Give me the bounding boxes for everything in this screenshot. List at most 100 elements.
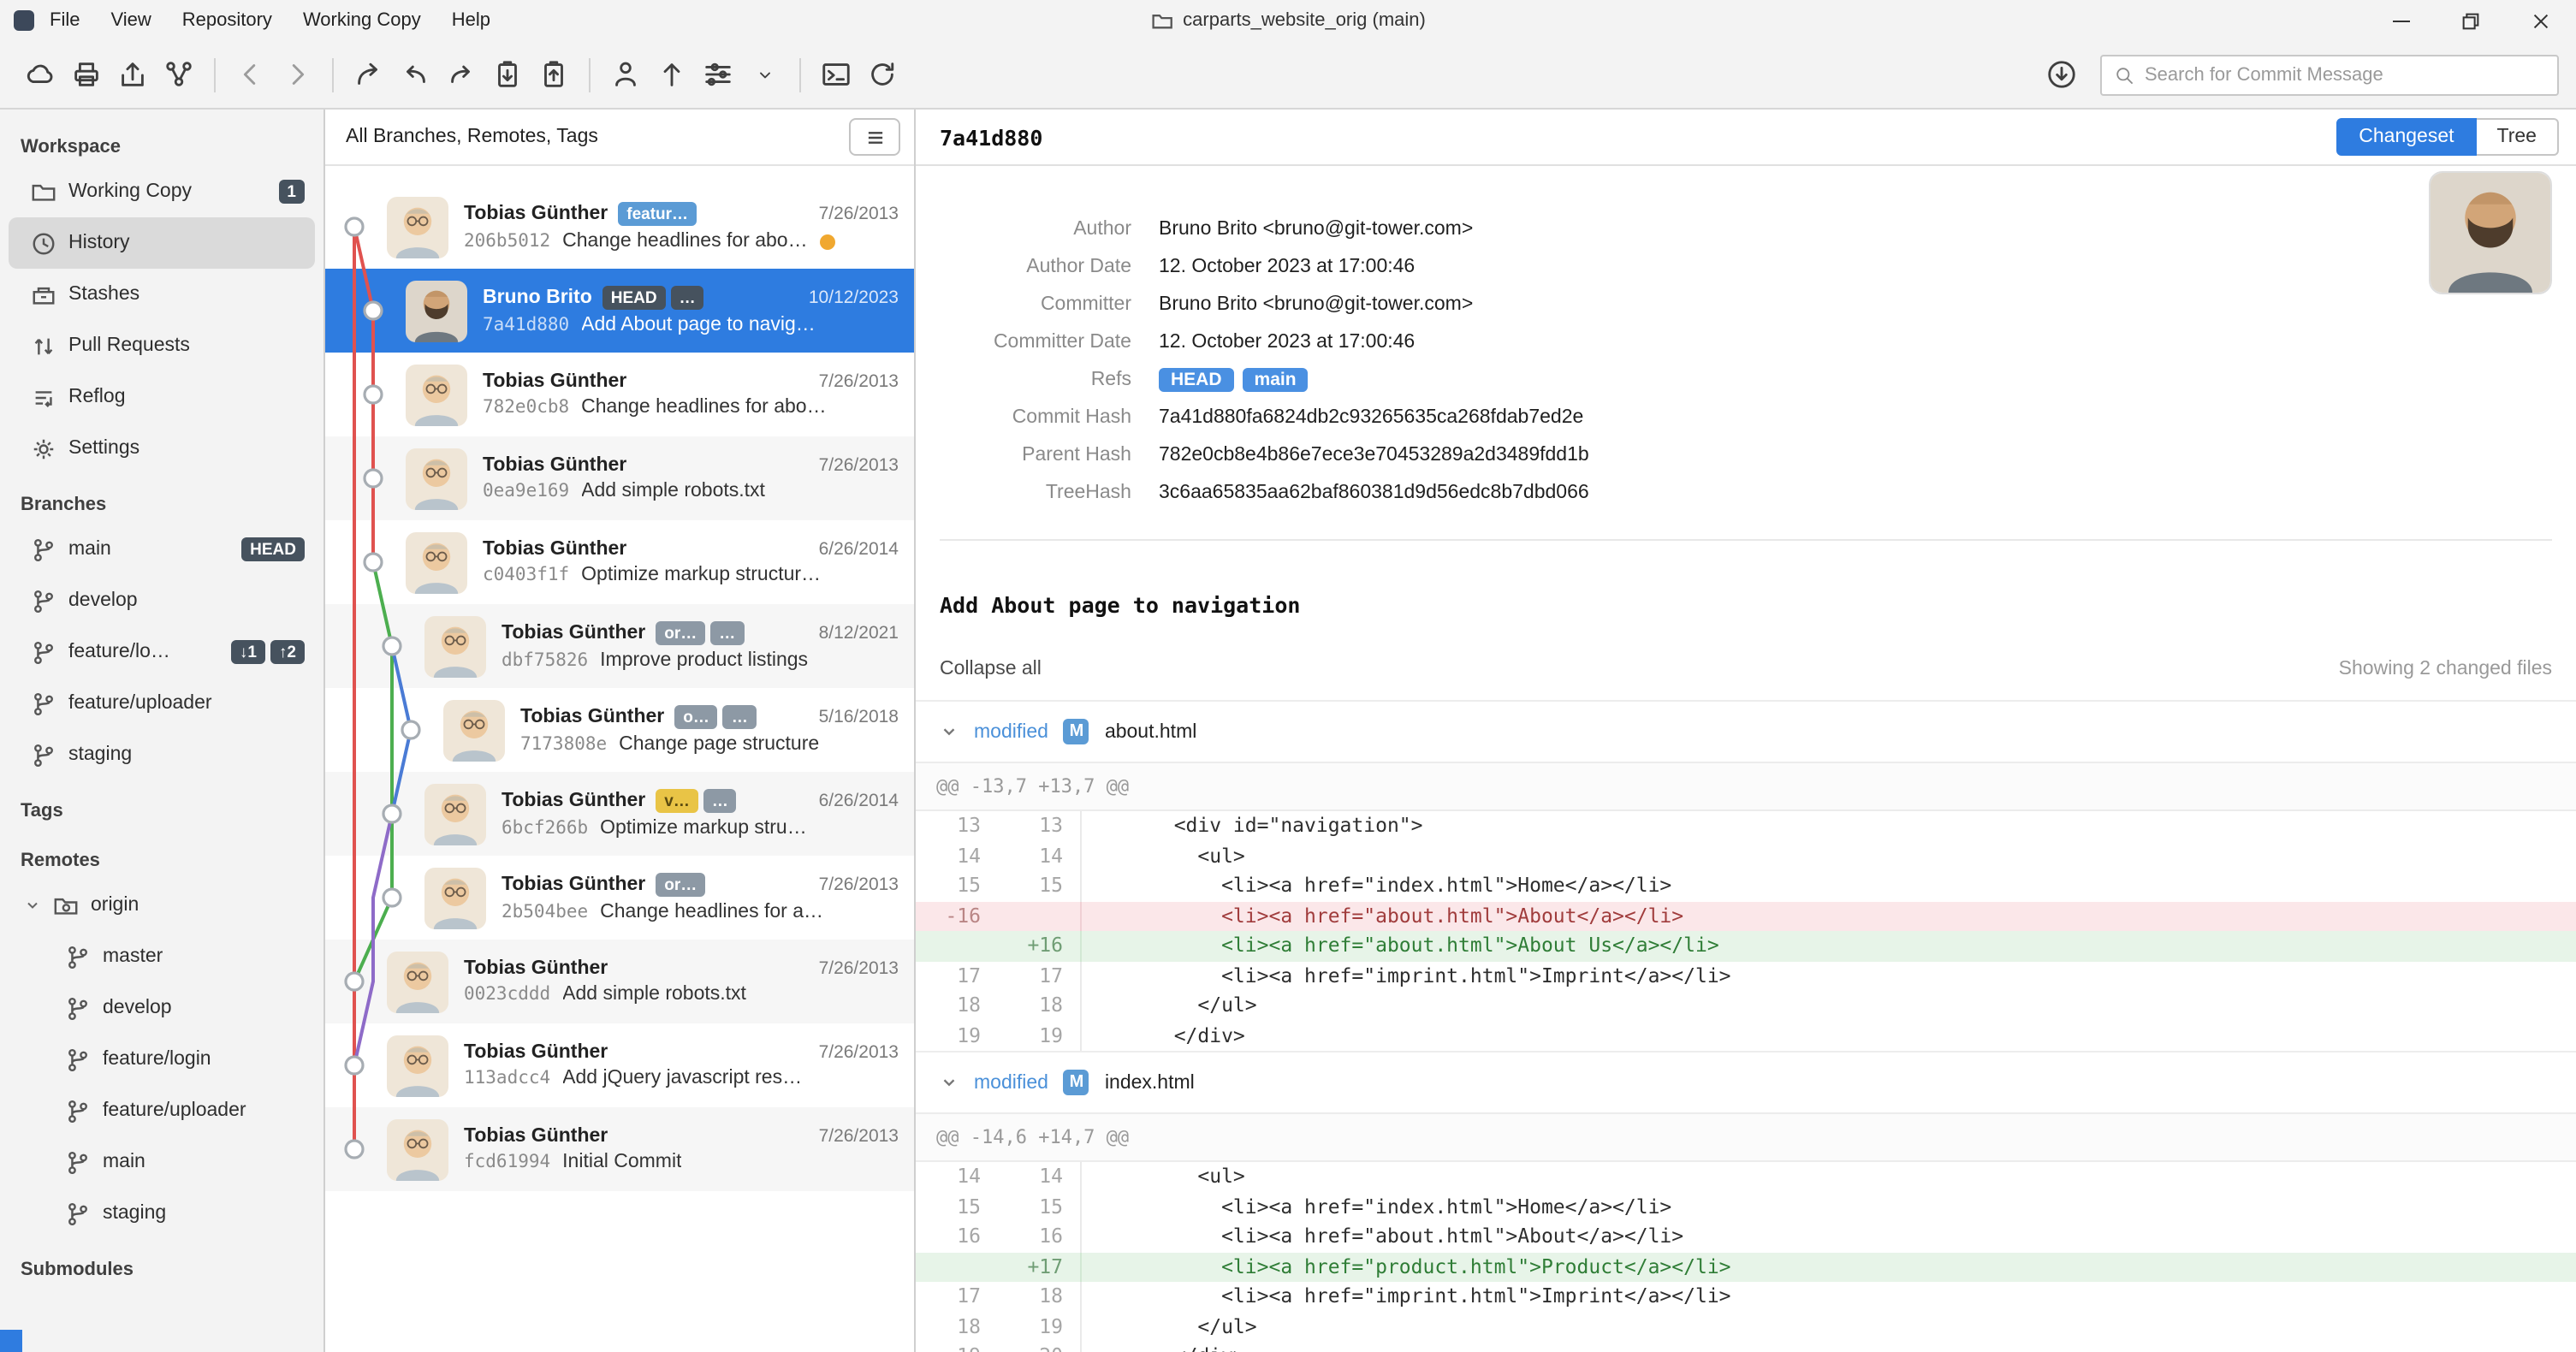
commit-row[interactable]: Tobias Günther 7/26/2013 113adcc4 Add jQ… [325,1023,914,1107]
diff-line: 16 16 <li><a href="about.html">About</a>… [916,1222,2576,1252]
sidebar-item-branch[interactable]: feature/lo… ↓1 ↑2 [9,626,315,678]
compare-button[interactable] [695,51,741,98]
sidebar-item[interactable]: History [9,217,315,269]
committer-value: Bruno Brito <bruno@git-tower.com> [1159,294,1474,315]
merge-button[interactable] [392,51,438,98]
old-line-number: 15 [957,1194,981,1218]
commit-row[interactable]: Tobias Günther o…… 5/16/2018 7173808e Ch… [325,688,914,772]
commit-row[interactable]: Tobias Günther 7/26/2013 0ea9e169 Add si… [325,436,914,520]
stash-save-icon [491,58,524,91]
sidebar-item-remote-branch[interactable]: main [9,1136,315,1188]
minimize-button[interactable] [2365,0,2436,41]
old-line-number [916,1252,998,1282]
new-line-number: 15 [1039,1194,1063,1218]
status-indicator [0,1330,22,1352]
menu-item[interactable]: View [95,0,166,41]
diff-line: 17 18 <li><a href="imprint.html">Imprint… [916,1282,2576,1312]
commit-hash: 7a41d880 [483,315,570,335]
collapse-all-link[interactable]: Collapse all [940,659,1042,679]
commit-row[interactable]: Tobias Günther featur… 7/26/2013 206b501… [325,185,914,269]
sidebar-item-remote-branch[interactable]: master [9,931,315,982]
toolbar [0,41,2576,110]
sidebar-section-submodules: Submodules [21,1259,134,1279]
sidebar-item-branch[interactable]: staging [9,729,315,780]
checkout-button[interactable] [346,51,392,98]
ref-badge[interactable]: HEAD [1159,368,1234,392]
print-button[interactable] [63,51,110,98]
menu-item[interactable]: File [34,0,95,41]
back-button[interactable] [228,51,274,98]
forward-button[interactable] [274,51,320,98]
service-button[interactable] [156,51,202,98]
code-text: <ul> [1080,841,2576,871]
diff-file-header[interactable]: modified M index.html [916,1051,2576,1112]
sidebar-item-remote-branch[interactable]: feature/login [9,1034,315,1085]
fetch-button[interactable] [17,51,63,98]
refresh-button[interactable] [859,51,905,98]
field-label: Parent Hash [1022,445,1131,465]
stash-save-button[interactable] [484,51,531,98]
sidebar-item[interactable]: Settings [9,423,315,474]
export-button[interactable] [110,51,156,98]
avatar [443,699,505,761]
commit-row[interactable]: Tobias Günther 6/26/2014 c0403f1f Optimi… [325,520,914,604]
commit-row[interactable]: Tobias Günther or… 7/26/2013 2b504bee Ch… [325,856,914,940]
sidebar-item-branch[interactable]: feature/uploader [9,678,315,729]
badge: ↑2 [270,640,305,664]
menu-item[interactable]: Help [436,0,506,41]
commit-message: Add About page to navig… [581,315,816,335]
sidebar-item-branch[interactable]: develop [9,575,315,626]
restore-button[interactable] [2436,0,2506,41]
avatar [387,951,448,1012]
sidebar-item-remote-branch[interactable]: develop [9,982,315,1034]
commit-author: Tobias Günther [502,875,646,895]
sidebar-item-remote-branch[interactable]: feature/uploader [9,1085,315,1136]
tree-tab[interactable]: Tree [2476,118,2559,156]
window-title: carparts_website_orig (main) [1150,9,1426,32]
old-line-number: 17 [957,1284,981,1308]
commit-message: Add jQuery javascript res… [562,1068,803,1088]
badge: … [670,286,704,310]
menu-item[interactable]: Repository [167,0,288,41]
ref-badge[interactable]: main [1242,368,1309,392]
stash-apply-button[interactable] [531,51,577,98]
new-line-number: 16 [1039,1224,1063,1248]
close-button[interactable] [2506,0,2576,41]
sidebar-item[interactable]: Pull Requests [9,320,315,371]
old-line-number: 14 [957,1164,981,1188]
commit-row[interactable]: Tobias Günther v…… 6/26/2014 6bcf266b Op… [325,772,914,856]
branch-filter-label[interactable]: All Branches, Remotes, Tags [346,127,849,147]
commit-row[interactable]: Tobias Günther 7/26/2013 0023cddd Add si… [325,940,914,1023]
menu-item[interactable]: Working Copy [288,0,436,41]
sidebar-item[interactable]: Reflog [9,371,315,423]
diff-file-header[interactable]: modified M about.html [916,700,2576,762]
rebase-button[interactable] [438,51,484,98]
diff-line: +16 <li><a href="about.html">About Us</a… [916,931,2576,961]
commit-row[interactable]: Tobias Günther or…… 8/12/2021 dbf75826 I… [325,604,914,688]
old-line-number: 13 [957,813,981,837]
sidebar-item[interactable]: Stashes [9,269,315,320]
push-button[interactable] [649,51,695,98]
changeset-tab[interactable]: Changeset [2336,118,2477,156]
commit-row[interactable]: Tobias Günther 7/26/2013 782e0cb8 Change… [325,353,914,436]
commit-row[interactable]: Tobias Günther 7/26/2013 fcd61994 Initia… [325,1107,914,1191]
commit-message: Change headlines for abo… [581,397,827,418]
list-options-button[interactable] [849,118,900,156]
commit-button[interactable] [602,51,649,98]
branch-icon [65,1047,91,1072]
window-controls [2365,0,2576,41]
sidebar-item-icon [31,179,56,205]
sidebar-item[interactable]: Working Copy 1 [9,166,315,217]
terminal-button[interactable] [813,51,859,98]
sidebar-item-label: Settings [68,438,140,459]
sidebar-item-icon [31,333,56,359]
sidebar-item-remote-branch[interactable]: staging [9,1188,315,1239]
sidebar-item-branch[interactable]: main HEAD [9,524,315,575]
commit-row[interactable]: Bruno Brito HEAD… 10/12/2023 7a41d880 Ad… [325,269,914,353]
download-updates-button[interactable] [2039,51,2085,98]
compare-dropdown[interactable] [741,51,787,98]
sidebar-item-origin[interactable]: origin [9,880,315,931]
diff-filename: about.html [1104,721,1197,742]
search-input[interactable] [2145,64,2545,85]
badge: 1 [278,180,305,204]
